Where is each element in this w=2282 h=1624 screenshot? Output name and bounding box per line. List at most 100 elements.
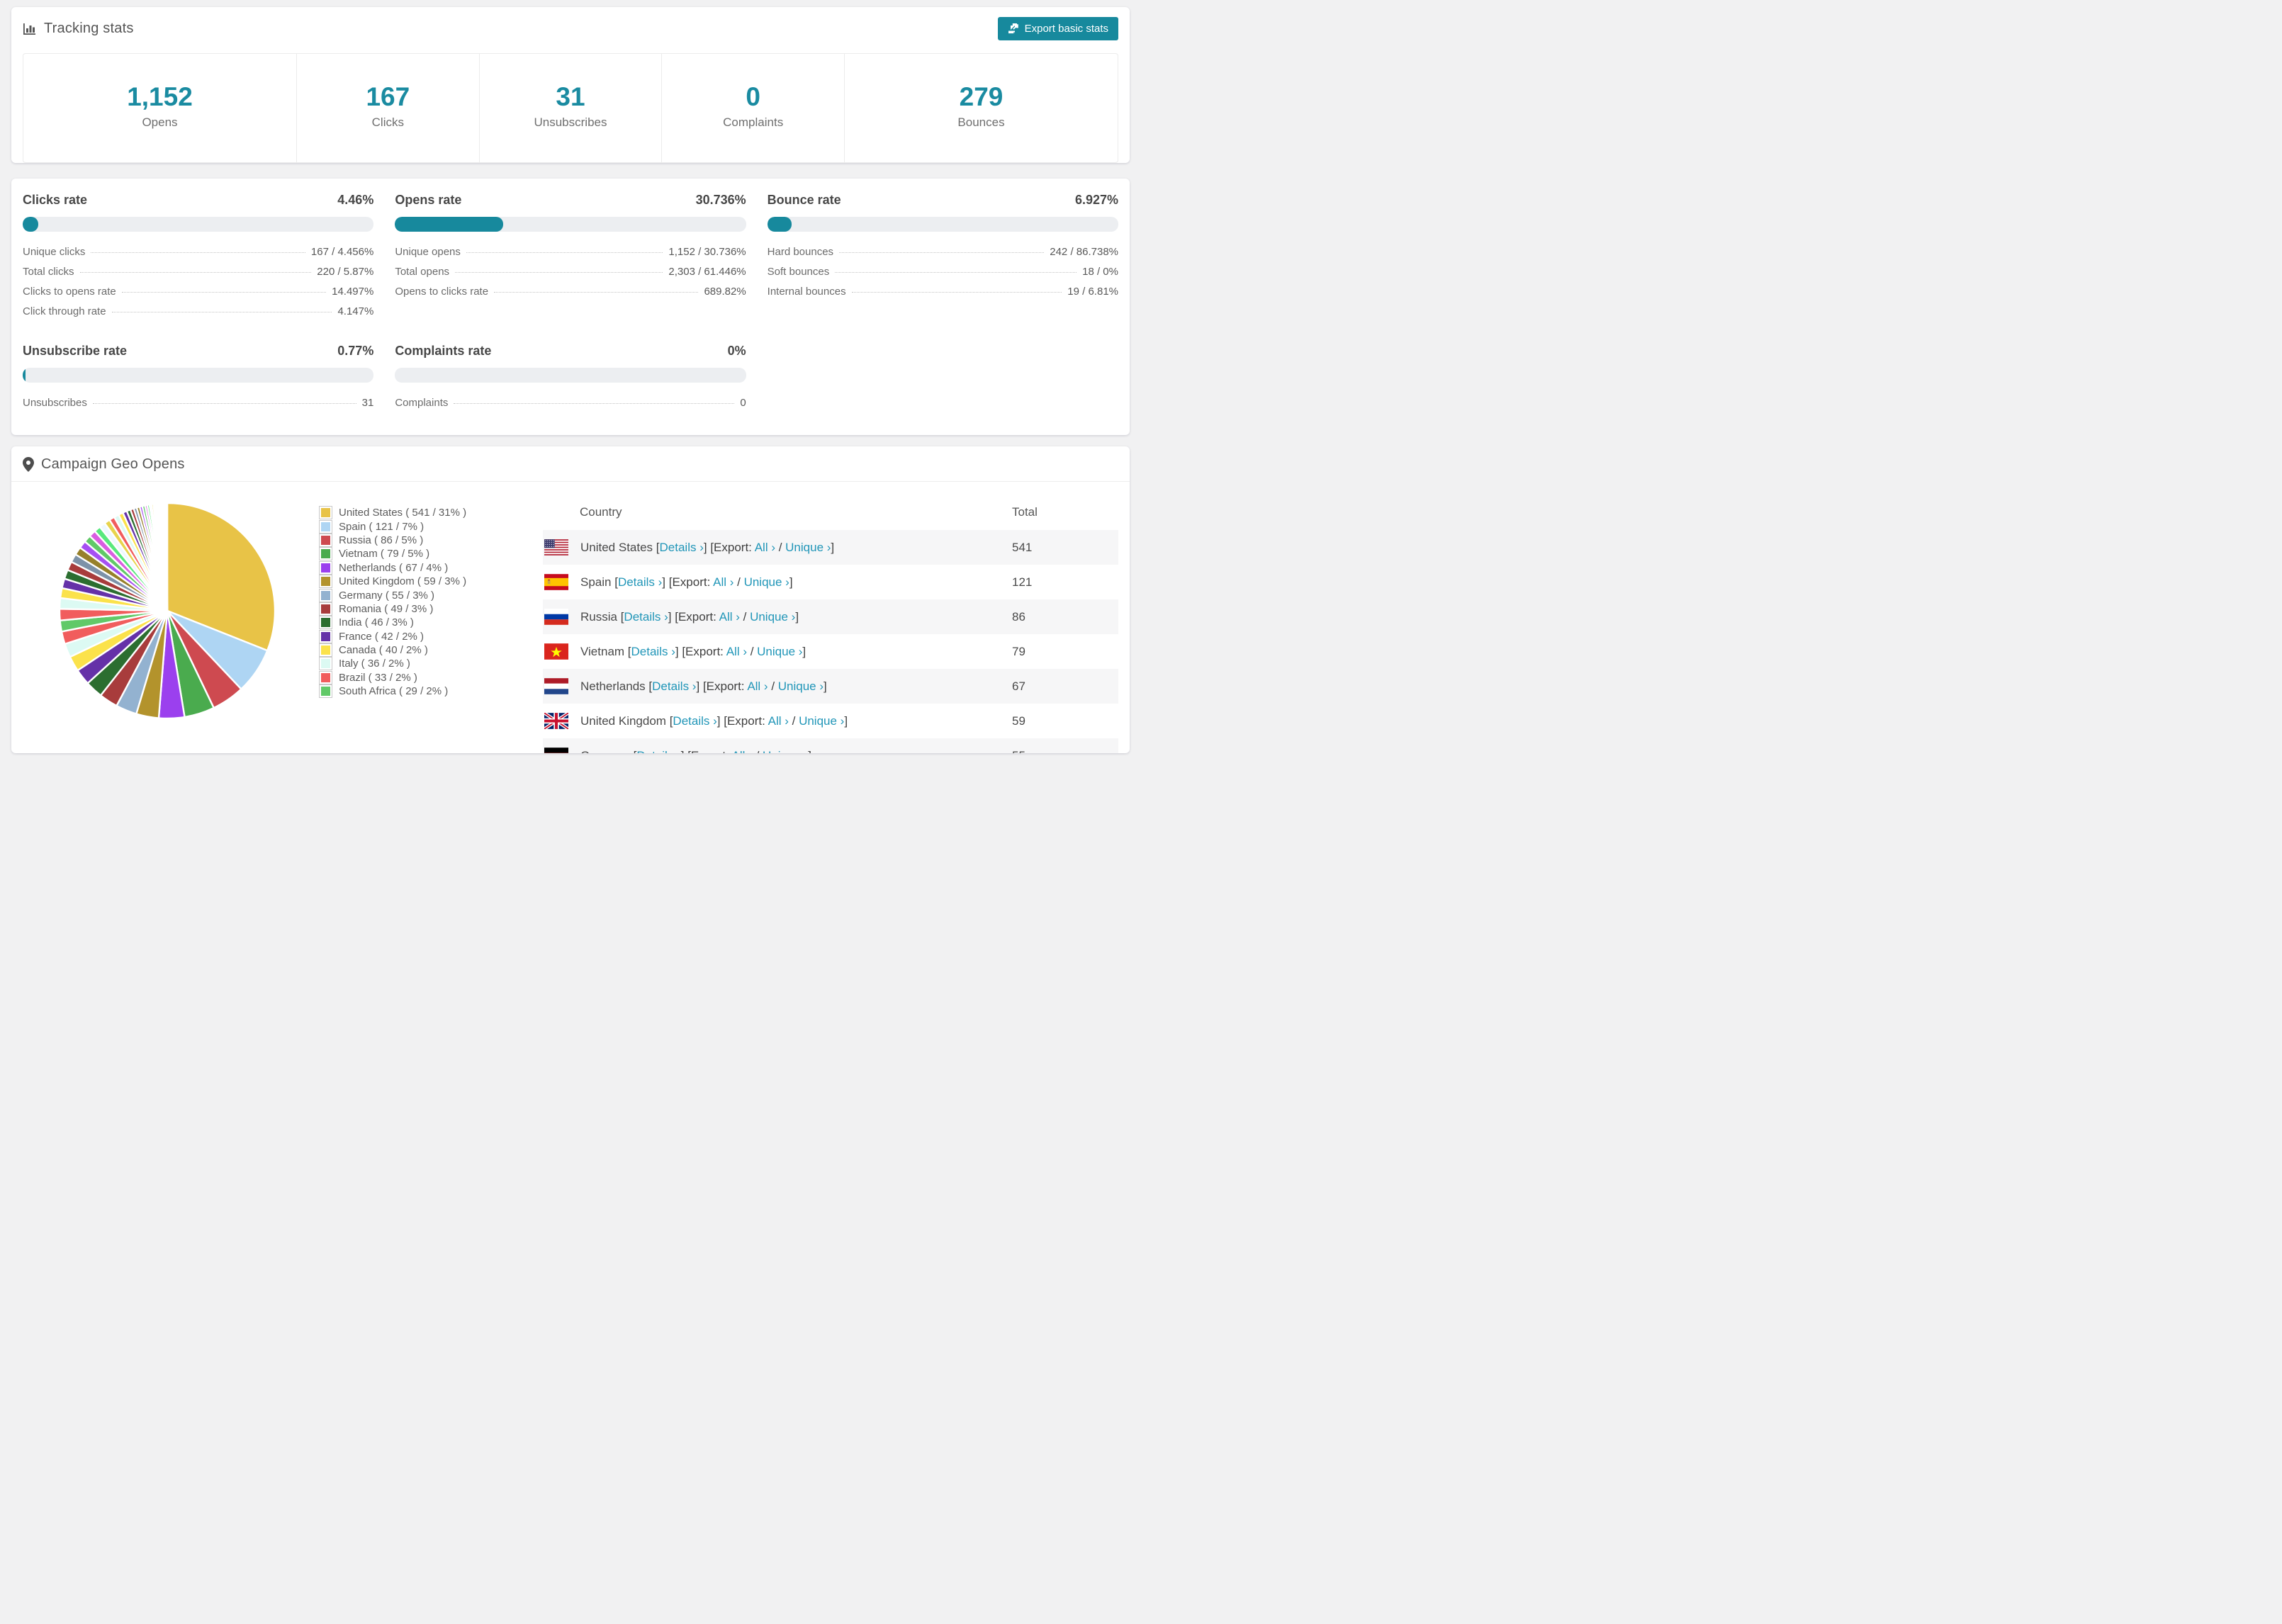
legend-item-germany[interactable]: Germany ( 55 / 3% ) <box>319 588 498 602</box>
stat-line-value: 167 / 4.456% <box>310 246 374 258</box>
stat-line-value: 31 <box>361 397 374 409</box>
leader-dots <box>92 403 356 404</box>
rates-card: Clicks rate 4.46% Unique clicks 167 / 4.456… <box>11 179 1130 435</box>
geo-row-total-russia: 86 <box>1012 609 1025 624</box>
geo-row-country-text: Spain [Details ›] [Export: All › / Uniqu… <box>580 575 793 589</box>
stat-line-hard-bounces: Hard bounces 242 / 86.738% <box>768 246 1118 258</box>
geo-row-country-text: Germany [Details ›] [Export: All › / Uni… <box>580 749 811 754</box>
rate-head-bounce-rate: Bounce rate 6.927% <box>768 193 1118 208</box>
rate-block-unsubscribe-rate: Unsubscribe rate 0.77% Unsubscribes 31 <box>23 344 374 417</box>
stat-label-opens: Opens <box>142 115 178 129</box>
bracket-text: / <box>768 679 778 693</box>
stat-line-label: Opens to clicks rate <box>395 286 489 298</box>
export-unique-link-vietnam[interactable]: Unique › <box>757 645 802 658</box>
legend-label-india: India ( 46 / 3% ) <box>339 616 414 629</box>
rate-progress-fill-opens-rate <box>395 217 503 232</box>
legend-item-italy[interactable]: Italy ( 36 / 2% ) <box>319 657 498 671</box>
geo-row-country-text: Vietnam [Details ›] [Export: All › / Uni… <box>580 644 806 658</box>
export-basic-stats-button[interactable]: Export basic stats <box>997 17 1118 40</box>
export-unique-link-russia[interactable]: Unique › <box>750 610 795 624</box>
geo-table-row-netherlands: Netherlands [Details ›] [Export: All › /… <box>543 669 1118 704</box>
legend-swatch-romania <box>319 602 332 616</box>
geo-row-total-netherlands: 67 <box>1012 679 1025 693</box>
rate-rows-opens-rate: Unique opens 1,152 / 30.736% Total opens 2,… <box>395 246 746 298</box>
spain-flag-icon <box>544 574 568 590</box>
legend-swatch-france <box>319 629 332 643</box>
stat-line-label: Soft bounces <box>767 266 830 278</box>
export-all-link-germany[interactable]: All › <box>732 749 753 754</box>
germany-flag-icon <box>544 748 568 753</box>
rate-head-complaints-rate: Complaints rate 0% <box>395 344 746 359</box>
export-icon <box>1008 23 1019 35</box>
rate-block-opens-rate: Opens rate 30.736% Unique opens 1,152 / 30.… <box>395 193 746 325</box>
stat-line-value: 4.147% <box>337 305 374 317</box>
stat-line-value: 1,152 / 30.736% <box>668 246 746 258</box>
legend-item-spain[interactable]: Spain ( 121 / 7% ) <box>319 519 498 534</box>
legend-item-netherlands[interactable]: Netherlands ( 67 / 4% ) <box>319 560 498 575</box>
leader-dots <box>454 403 735 404</box>
export-all-link-netherlands[interactable]: All › <box>747 680 768 693</box>
stat-value-clicks: 167 <box>366 82 410 111</box>
legend-swatch-netherlands <box>319 560 332 575</box>
bar-chart-icon <box>23 22 37 36</box>
legend-swatch-south-africa <box>319 684 332 699</box>
stat-line-value: 689.82% <box>704 286 746 298</box>
details-link-vietnam[interactable]: Details › <box>631 645 675 658</box>
legend-item-france[interactable]: France ( 42 / 2% ) <box>319 629 498 643</box>
leader-dots <box>851 292 1062 293</box>
stat-label-complaints: Complaints <box>723 115 784 129</box>
legend-label-italy: Italy ( 36 / 2% ) <box>339 658 410 670</box>
export-all-link-spain[interactable]: All › <box>713 575 734 589</box>
export-unique-link-united-kingdom[interactable]: Unique › <box>799 714 844 728</box>
geo-row-country-cell: Vietnam [Details ›] [Export: All › / Uni… <box>543 643 1012 660</box>
rate-progress-unsubscribe-rate <box>23 368 374 383</box>
geo-table-row-vietnam: Vietnam [Details ›] [Export: All › / Uni… <box>543 634 1118 669</box>
stat-line-value: 220 / 5.87% <box>317 266 374 278</box>
page: Tracking stats Export basic stats 1,152 O… <box>0 0 1141 812</box>
legend-swatch-brazil <box>319 670 332 684</box>
geo-table-row-united-kingdom: United Kingdom [Details ›] [Export: All … <box>543 704 1118 738</box>
legend-item-canada[interactable]: Canada ( 40 / 2% ) <box>319 643 498 658</box>
export-unique-link-germany[interactable]: Unique › <box>763 749 808 754</box>
legend-item-united-kingdom[interactable]: United Kingdom ( 59 / 3% ) <box>319 575 498 589</box>
legend-item-vietnam[interactable]: Vietnam ( 79 / 5% ) <box>319 547 498 561</box>
stat-line-label: Complaints <box>395 397 449 409</box>
legend-item-romania[interactable]: Romania ( 49 / 3% ) <box>319 602 498 616</box>
bracket-text: ] <box>681 749 687 754</box>
export-unique-link-netherlands[interactable]: Unique › <box>778 680 824 693</box>
rate-rows-bounce-rate: Hard bounces 242 / 86.738% Soft bounces 18 … <box>768 246 1118 298</box>
legend-item-india[interactable]: India ( 46 / 3% ) <box>319 616 498 630</box>
details-link-spain[interactable]: Details › <box>618 575 662 589</box>
export-all-link-united-states[interactable]: All › <box>755 541 775 554</box>
legend-label-united-states: United States ( 541 / 31% ) <box>339 507 467 519</box>
vietnam-flag-icon <box>544 643 568 660</box>
details-link-russia[interactable]: Details › <box>624 610 668 624</box>
details-link-netherlands[interactable]: Details › <box>652 680 696 693</box>
legend-item-south-africa[interactable]: South Africa ( 29 / 2% ) <box>319 684 498 699</box>
bracket-text: [Export: <box>682 644 726 658</box>
export-all-link-vietnam[interactable]: All › <box>726 645 747 658</box>
leader-dots <box>835 272 1077 273</box>
rate-block-complaints-rate: Complaints rate 0% Complaints 0 <box>395 344 746 417</box>
geo-row-total-united-kingdom: 59 <box>1012 714 1025 728</box>
legend-item-united-states[interactable]: United States ( 541 / 31% ) <box>319 506 498 520</box>
stat-value-bounces: 279 <box>959 82 1004 111</box>
export-all-link-russia[interactable]: All › <box>719 610 740 624</box>
leader-dots <box>455 272 663 273</box>
legend-item-brazil[interactable]: Brazil ( 33 / 2% ) <box>319 670 498 684</box>
export-unique-link-united-states[interactable]: Unique › <box>785 541 831 554</box>
legend-item-russia[interactable]: Russia ( 86 / 5% ) <box>319 533 498 547</box>
geo-row-total-united-states: 541 <box>1012 540 1033 554</box>
rate-title-complaints-rate: Complaints rate <box>395 344 492 358</box>
geo-body: United States ( 541 / 31% ) Spain ( 121 /… <box>11 482 1130 753</box>
rate-value-opens-rate: 30.736% <box>695 193 746 207</box>
details-link-germany[interactable]: Details › <box>636 749 680 754</box>
geo-row-total-vietnam: 79 <box>1012 644 1025 658</box>
details-link-united-states[interactable]: Details › <box>660 541 704 554</box>
details-link-united-kingdom[interactable]: Details › <box>673 714 716 728</box>
map-pin-icon <box>23 457 34 472</box>
export-unique-link-spain[interactable]: Unique › <box>744 575 789 589</box>
stat-line-label: Hard bounces <box>767 246 834 258</box>
stat-line-label: Clicks to opens rate <box>23 286 116 298</box>
export-all-link-united-kingdom[interactable]: All › <box>768 714 789 728</box>
